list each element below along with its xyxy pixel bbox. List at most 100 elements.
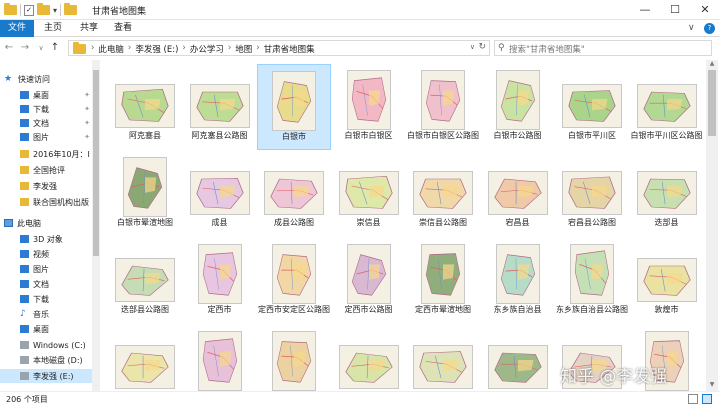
breadcrumb-atlas[interactable]: 甘肃省地图集 [264,43,315,55]
file-item[interactable]: 甘谷县 [183,325,257,391]
file-item[interactable]: 甘南州公路图 [406,325,480,391]
file-item[interactable]: 迭部县 [630,151,704,237]
sidebar-item-downloads[interactable]: 下载 ✦ [20,102,90,116]
sidebar-item-recent-2[interactable]: 全国抢评 [20,163,92,177]
file-item[interactable]: 白银市 [257,64,331,150]
forward-button[interactable]: → [18,40,32,56]
sidebar-item-3d-objects[interactable]: 3D 对象 [20,232,92,246]
sidebar-item-drive-e[interactable]: 李发强 (E:) [0,369,92,383]
sidebar-item-drive-d[interactable]: 本地磁盘 (D:) [20,353,92,367]
search-icon: ⚲ [498,43,505,53]
sidebar-item-pc-downloads[interactable]: 下载 [20,292,92,306]
map-thumbnail [115,258,175,302]
tab-share[interactable]: 共享 [76,20,102,37]
divider [20,4,21,16]
file-item[interactable]: 白银市平川区 [555,64,629,150]
file-name: 白银市白银区 [344,131,393,140]
new-folder-icon[interactable] [37,3,50,15]
sidebar-item-documents[interactable]: 文档 ✦ [20,116,90,130]
file-item[interactable]: 敦煌市 [630,238,704,324]
file-item[interactable]: 迭部县公路图 [108,238,182,324]
quick-access-toolbar: ✓ ▾ [4,3,78,17]
sidebar-item-label: Windows (C:) [33,340,86,350]
recent-locations-button[interactable]: ∨ [34,40,48,56]
help-icon[interactable]: ? [704,23,715,34]
pin-icon: ✦ [84,133,90,141]
sidebar-item-desktop[interactable]: 桌面 ✦ [20,88,90,102]
file-item[interactable]: 崇信县公路图 [406,151,480,237]
sidebar-this-pc[interactable]: 此电脑 [4,216,96,230]
breadcrumb-this-pc[interactable]: 此电脑 [98,43,124,55]
sidebar-item-videos[interactable]: 视频 [20,247,92,261]
navigation-scrollbar[interactable] [92,60,100,391]
file-item[interactable]: 定西市公路图 [332,238,406,324]
ribbon-expand-chevron-icon[interactable]: ∨ [688,23,695,33]
sidebar-item-pc-desktop[interactable]: 桌面 [20,322,92,336]
content-scrollbar[interactable]: ▲ ▼ [706,60,718,391]
minimize-button[interactable]: — [630,0,660,20]
file-item[interactable]: 甘谷县公路图 [257,325,331,391]
pin-icon: ✦ [84,91,90,99]
sidebar-item-pc-pictures[interactable]: 图片 [20,262,92,276]
sidebar-item-label: 快速访问 [18,74,50,84]
tab-view[interactable]: 查看 [110,20,136,37]
file-item[interactable]: 定西市晕渲地图 [406,238,480,324]
file-item[interactable]: 东乡族自治县 [481,238,555,324]
map-thumbnail [272,71,316,131]
customize-toolbar-icon[interactable]: ▾ [53,6,57,15]
tab-file[interactable]: 文件 [0,20,34,37]
file-item[interactable]: 白银市白银区公路图 [406,64,480,150]
close-button[interactable]: ✕ [690,0,720,20]
maximize-button[interactable]: ☐ [660,0,690,20]
file-item[interactable]: 宕昌县公路图 [555,151,629,237]
map-thumbnail [487,171,548,215]
file-item[interactable]: 宕昌县 [481,151,555,237]
sidebar-item-recent-4[interactable]: 联合国机构出版 [20,195,92,209]
scrollbar-thumb[interactable] [93,70,99,256]
sidebar-quick-access[interactable]: ★ 快速访问 [4,72,96,86]
file-item[interactable]: 敦煌市公路图 [108,325,182,391]
breadcrumb-office[interactable]: 办公学习 [190,43,224,55]
window-title: 甘肃省地图集 [92,7,147,17]
file-item[interactable]: 定西市安定区公路图 [257,238,331,324]
file-item[interactable]: 甘南州 [332,325,406,391]
sidebar-item-label: 文档 [33,279,49,289]
file-item[interactable]: 白银市公路图 [481,64,555,150]
sidebar-item-pc-documents[interactable]: 文档 [20,277,92,291]
scroll-down-icon[interactable]: ▼ [706,381,718,391]
file-item[interactable]: 成县 [183,151,257,237]
large-icons-view-icon[interactable] [702,394,712,404]
sidebar-item-music[interactable]: ♪ 音乐 [20,307,92,321]
breadcrumb-map[interactable]: 地图 [235,43,252,55]
item-count: 206 个项目 [6,395,48,404]
file-name: 定西市公路图 [344,305,393,314]
file-item[interactable]: 白银市晕渲地图 [108,151,182,237]
address-bar[interactable]: › 此电脑 › 李发强 (E:) › 办公学习 › 地图 › 甘肃省地图集 ∨ … [68,40,490,56]
refresh-button[interactable]: ↻ [478,42,486,52]
scrollbar-thumb[interactable] [708,70,716,136]
search-input[interactable]: ⚲ 搜索"甘肃省地图集" [494,40,712,56]
tab-home[interactable]: 主页 [40,20,66,37]
sidebar-item-recent-1[interactable]: 2016年10月：I [20,147,92,161]
back-button[interactable]: ← [2,40,16,56]
details-view-icon[interactable] [688,394,698,404]
sidebar-item-pictures[interactable]: 图片 ✦ [20,130,90,144]
file-item[interactable]: 东乡族自治县公路图 [555,238,629,324]
up-button[interactable]: ↑ [48,40,62,56]
sidebar-item-drive-c[interactable]: Windows (C:) [20,338,92,352]
file-item[interactable]: 定西市 [183,238,257,324]
sidebar-item-recent-3[interactable]: 李发强 [20,179,92,193]
download-icon [20,105,29,113]
scroll-up-icon[interactable]: ▲ [706,60,718,70]
file-item[interactable]: 阿克塞县 [108,64,182,150]
file-name: 宕昌县公路图 [568,218,616,227]
properties-icon[interactable]: ✓ [24,4,34,16]
breadcrumb-drive[interactable]: 李发强 (E:) [135,43,178,55]
address-dropdown-icon[interactable]: ∨ [470,43,475,51]
file-item[interactable]: 阿克塞县公路图 [183,64,257,150]
file-item[interactable]: 甘南州晕渲地图 [481,325,555,391]
file-item[interactable]: 白银市白银区 [332,64,406,150]
file-item[interactable]: 崇信县 [332,151,406,237]
file-item[interactable]: 成县公路图 [257,151,331,237]
file-item[interactable]: 白银市平川区公路图 [630,64,704,150]
